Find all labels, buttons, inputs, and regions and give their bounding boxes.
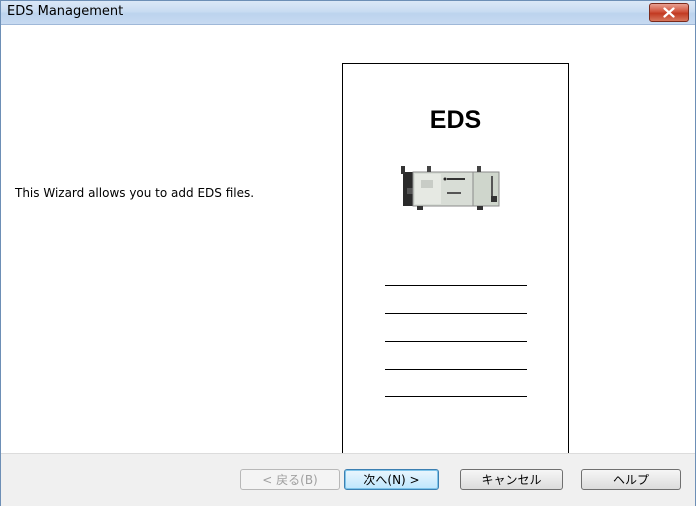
- blank-line: [385, 313, 527, 314]
- window-title: EDS Management: [7, 4, 124, 19]
- eds-panel-title: EDS: [429, 106, 482, 134]
- wizard-description: This Wizard allows you to add EDS files.: [15, 186, 255, 200]
- blank-line: [385, 341, 527, 342]
- help-button[interactable]: ヘルプ: [581, 469, 681, 490]
- eds-device-icon: [401, 166, 500, 210]
- close-icon: [663, 7, 675, 18]
- eds-illustration-panel: EDS: [342, 63, 569, 464]
- title-bar: EDS Management: [1, 1, 695, 25]
- next-button[interactable]: 次へ(N) >: [344, 469, 439, 490]
- wizard-footer: < 戻る(B) 次へ(N) > キャンセル ヘルプ: [1, 453, 695, 506]
- blank-line: [385, 369, 527, 370]
- close-button[interactable]: [649, 3, 689, 22]
- blank-line: [385, 396, 527, 397]
- eds-management-window: EDS Management This Wizard allows you to…: [0, 0, 696, 506]
- back-button[interactable]: < 戻る(B): [240, 469, 340, 490]
- blank-line: [385, 285, 527, 286]
- cancel-button[interactable]: キャンセル: [460, 469, 563, 490]
- wizard-content: This Wizard allows you to add EDS files.…: [1, 25, 695, 464]
